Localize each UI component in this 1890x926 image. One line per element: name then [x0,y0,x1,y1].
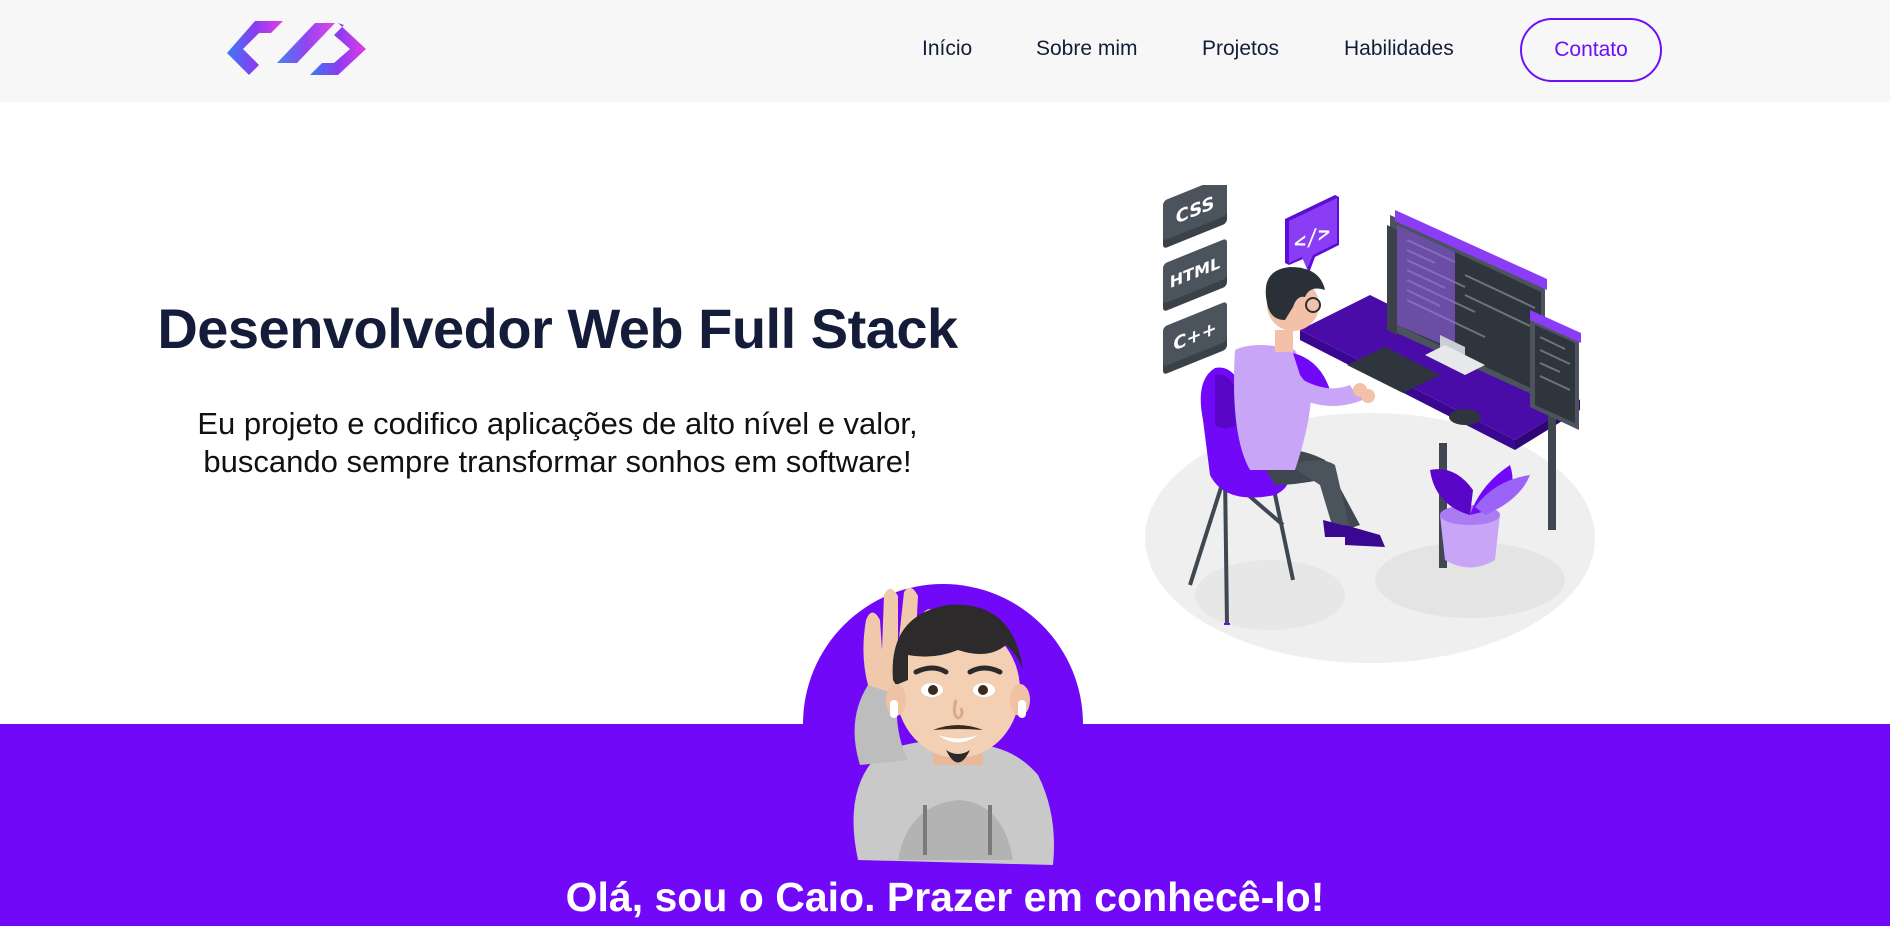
html-badge: HTML [1163,239,1227,311]
nav-link-projetos[interactable]: Projetos [1202,37,1279,61]
nav-link-habilidades[interactable]: Habilidades [1344,37,1454,61]
greeting-heading: Olá, sou o Caio. Prazer em conhecê-lo! [565,874,1325,920]
hero-title: Desenvolvedor Web Full Stack [157,297,958,360]
nav-link-sobre-mim[interactable]: Sobre mim [1036,37,1138,61]
contact-button[interactable]: Contato [1520,18,1662,82]
code-bubble-icon: </> [1285,195,1339,273]
mouse [1449,409,1481,425]
cpp-badge: C++ [1163,302,1227,374]
css-badge: CSS [1163,185,1227,248]
hero-description: Eu projeto e codifico aplicações de alto… [150,405,965,481]
nav-link-inicio[interactable]: Início [922,37,972,61]
hero-description-line-2: buscando sempre transformar sonhos em so… [203,444,912,479]
avatar [853,587,1054,865]
developer-illustration: CSS HTML C++ </> [1145,185,1595,663]
hero-description-line-1: Eu projeto e codifico aplicações de alto… [197,406,918,441]
navbar: Início Sobre mim Projetos Habilidades Co… [0,0,1890,102]
monitor-back [1387,225,1397,335]
